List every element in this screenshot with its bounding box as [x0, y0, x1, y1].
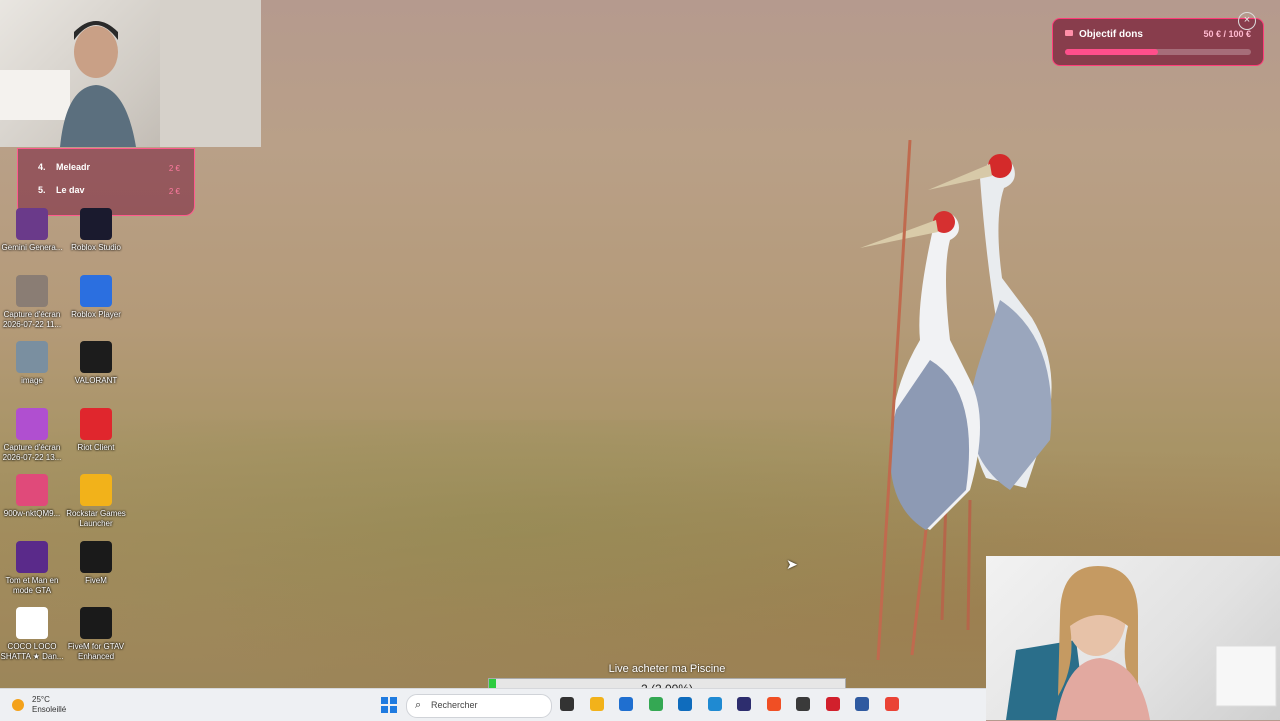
search-placeholder: Rechercher [431, 700, 478, 710]
close-icon[interactable]: × [1238, 12, 1256, 30]
goal-title: Objectif dons [1079, 29, 1143, 40]
valorant-icon [80, 341, 112, 373]
image-file-icon [16, 540, 48, 573]
webcam-streamer-bottom [986, 556, 1280, 720]
weather-temp: 25°C [32, 695, 50, 704]
taskbar-search[interactable]: ⌕ Rechercher [406, 694, 552, 718]
search-icon: ⌕ [415, 699, 422, 711]
rockstar-icon [80, 474, 112, 506]
goal-progress-fill [1065, 49, 1158, 55]
riot-client-icon [80, 407, 112, 440]
desktop-icon-label: FiveM [85, 575, 107, 585]
desktop-icon-label: FiveM for GTAV Enhanced [67, 642, 125, 661]
image-file-icon [16, 208, 48, 240]
desktop-icon-label: Roblox Player [71, 309, 121, 319]
desktop-icon-label: 900w-nktQM9... [3, 509, 61, 518]
weather-widget[interactable]: 25°C Ensoleillé [12, 695, 66, 715]
desktop-icon-label: VALORANT [74, 376, 118, 385]
desktop-icon-label: Gemini Genera... [1, 243, 63, 252]
desktop-icon[interactable]: COCO LOCO SHATTA ★ Dan... [0, 607, 64, 662]
goal-flag-icon [1065, 30, 1073, 36]
desktop-icon[interactable]: Tom et Man en mode GTA [0, 540, 64, 596]
windows-start-icon[interactable] [381, 697, 397, 713]
desktop-icon[interactable]: FiveM [64, 540, 128, 586]
obs-icon[interactable] [796, 697, 810, 711]
webcam-person-silhouette [0, 0, 261, 147]
chrome-icon[interactable] [884, 697, 899, 711]
donor-rank: 4. [38, 162, 46, 172]
image-file-icon [16, 274, 48, 307]
goal-amount: 50 € / 100 € [1203, 29, 1251, 39]
chrome-icon[interactable] [648, 697, 663, 711]
roblox-player-icon [80, 274, 112, 307]
donor-amount: 2 € [168, 164, 180, 173]
outlook-icon[interactable] [678, 697, 692, 711]
weather-condition: Ensoleillé [32, 705, 67, 714]
donor-name: Meleadr [56, 162, 91, 172]
desktop-icon[interactable]: 900w-nktQM9... [0, 474, 64, 519]
desktop-icon-label: Riot Client [77, 442, 115, 452]
goal-progress-track [1065, 49, 1251, 55]
desktop-icon-label: image [21, 376, 43, 385]
donation-goal-widget: Objectif dons 50 € / 100 € [1052, 18, 1264, 66]
desktop-icon[interactable]: Rockstar Games Launcher [64, 474, 128, 529]
sun-icon [12, 699, 24, 711]
desktop-icon-label: COCO LOCO SHATTA ★ Dan... [0, 642, 64, 661]
desktop-icon-label: Rockstar Games Launcher [66, 509, 126, 528]
desktop-icon[interactable]: Capture d'écran 2026-07-22 11... [0, 274, 64, 330]
donor-name: Le dav [56, 185, 85, 195]
store-icon[interactable] [619, 697, 633, 711]
image-file-icon [16, 341, 48, 373]
donor-rank: 5. [38, 185, 46, 195]
mouse-cursor-icon: ➤ [786, 556, 798, 572]
live-goal-title: Live acheter ma Piscine [608, 663, 726, 675]
desktop-icon[interactable]: VALORANT [64, 341, 128, 386]
file-explorer-icon[interactable] [589, 697, 604, 711]
fivem-icon [80, 607, 112, 639]
desktop-icon[interactable]: Roblox Player [64, 274, 128, 320]
desktop-icon-label: Capture d'écran 2026-07-22 13... [2, 442, 62, 462]
vscode-icon[interactable] [707, 697, 722, 711]
brave-icon[interactable] [766, 697, 781, 711]
desktop-icon[interactable]: Roblox Studio [64, 208, 128, 253]
desktop-icon[interactable]: image [0, 341, 64, 386]
app-icon[interactable] [737, 697, 751, 711]
desktop-icon[interactable]: Gemini Genera... [0, 208, 64, 253]
desktop-icon-label: Capture d'écran 2026-07-22 11... [2, 309, 62, 329]
donor-amount: 2 € [168, 187, 180, 196]
desktop-icon[interactable]: Capture d'écran 2026-07-22 13... [0, 407, 64, 463]
desktop-icon-label: Tom et Man en mode GTA [5, 575, 59, 595]
desktop-icon[interactable]: Riot Client [64, 407, 128, 453]
desktop-icon[interactable]: FiveM for GTAV Enhanced [64, 607, 128, 662]
fivem-icon [80, 540, 112, 573]
taskbar: 25°C Ensoleillé ⌕ Rechercher [0, 688, 986, 721]
top-donors-panel: 4. Meleadr 2 € 5. Le dav 2 € [17, 148, 195, 216]
video-file-icon [16, 607, 48, 639]
roblox-studio-icon [80, 208, 112, 240]
webcam-streamer-top [0, 0, 261, 147]
app2-icon[interactable] [855, 697, 869, 711]
desktop-icon-label: Roblox Studio [71, 243, 121, 252]
image-file-icon [16, 407, 48, 440]
riot-client-icon[interactable] [825, 697, 840, 711]
taskview-icon[interactable] [560, 697, 574, 711]
webcam-person-silhouette-2 [1006, 566, 1277, 720]
image-file-icon [16, 474, 48, 506]
